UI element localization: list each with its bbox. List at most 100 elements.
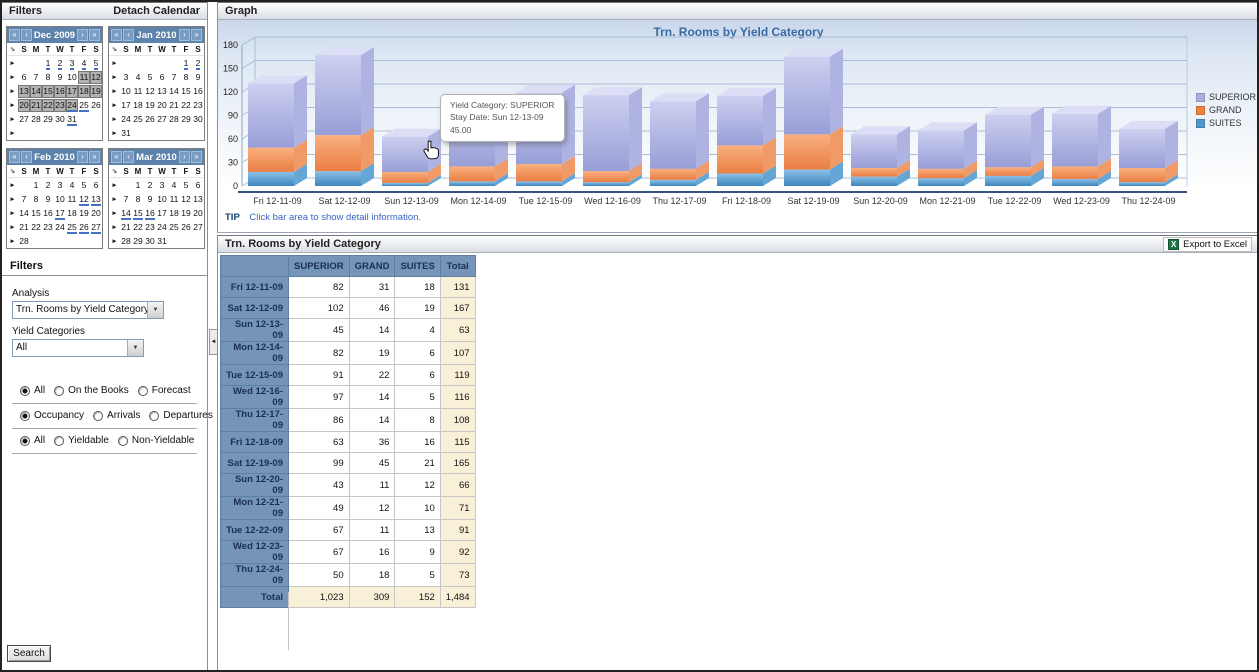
calendar-day[interactable]: 1 — [132, 179, 144, 192]
select-week-arrow-icon[interactable]: ► — [7, 224, 18, 231]
bar-segment-SUPERIOR-Tue_12-22-09[interactable] — [985, 107, 1044, 167]
calendar-day[interactable]: 15 — [180, 85, 192, 98]
radio-option-occupancy[interactable]: Occupancy — [20, 410, 84, 421]
calendar-day[interactable]: 10 — [156, 193, 168, 206]
calendar-day[interactable]: 18 — [78, 85, 90, 98]
bar-segment-SUPERIOR-Sat_12-19-09[interactable] — [784, 49, 843, 135]
calendar-prev-year-button[interactable]: « — [111, 151, 122, 163]
calendar-day[interactable]: 10 — [66, 71, 78, 84]
calendar-day[interactable]: 27 — [192, 221, 204, 234]
calendar-day[interactable]: 13 — [192, 193, 204, 206]
select-week-arrow-icon[interactable]: ► — [109, 224, 120, 231]
radio-option-all[interactable]: All — [20, 435, 45, 446]
bar-segment-SUPERIOR-Fri_12-18-09[interactable] — [717, 88, 776, 145]
calendar-day[interactable]: 7 — [18, 193, 30, 206]
calendar-day[interactable]: 9 — [54, 71, 66, 84]
calendar-day[interactable]: 4 — [78, 57, 90, 70]
calendar-day[interactable]: 11 — [78, 71, 90, 84]
select-week-arrow-icon[interactable]: ► — [7, 182, 18, 189]
calendar-day[interactable]: 16 — [192, 85, 204, 98]
select-week-arrow-icon[interactable]: ► — [109, 238, 120, 245]
calendar-prev-month-button[interactable]: ‹ — [123, 151, 134, 163]
calendar-day[interactable]: 26 — [180, 221, 192, 234]
calendar-day[interactable]: 28 — [120, 235, 132, 248]
calendar-day[interactable]: 8 — [180, 71, 192, 84]
calendar-day[interactable]: 25 — [78, 99, 90, 112]
calendar-day[interactable]: 5 — [90, 57, 102, 70]
calendar-day[interactable]: 3 — [54, 179, 66, 192]
bar-segment-SUPERIOR-Fri_12-11-09[interactable] — [248, 75, 307, 147]
calendar-day[interactable]: 13 — [90, 193, 102, 206]
calendar-day[interactable]: 24 — [54, 221, 66, 234]
calendar-day[interactable]: 4 — [132, 71, 144, 84]
calendar-day[interactable]: 24 — [66, 99, 78, 112]
analysis-select[interactable]: Trn. Rooms by Yield Category ▼ — [12, 301, 164, 319]
select-all-weeks-icon[interactable]: ⇘ — [109, 167, 120, 175]
calendar-day[interactable]: 13 — [18, 85, 30, 98]
calendar-day[interactable]: 6 — [90, 179, 102, 192]
select-week-arrow-icon[interactable]: ► — [7, 60, 18, 67]
calendar-day[interactable]: 28 — [18, 235, 30, 248]
radio-button-icon[interactable] — [20, 436, 30, 446]
detach-calendar-button[interactable]: Detach Calendar — [113, 5, 200, 17]
calendar-day[interactable]: 10 — [54, 193, 66, 206]
calendar-day[interactable]: 2 — [144, 179, 156, 192]
select-all-weeks-icon[interactable]: ⇘ — [7, 167, 18, 175]
radio-button-icon[interactable] — [118, 436, 128, 446]
select-week-arrow-icon[interactable]: ► — [109, 102, 120, 109]
calendar-next-month-button[interactable]: › — [77, 29, 88, 41]
calendar-day[interactable]: 4 — [168, 179, 180, 192]
select-all-weeks-icon[interactable]: ⇘ — [7, 45, 18, 53]
calendar-day[interactable]: 27 — [90, 221, 102, 234]
yield-categories-select[interactable]: All ▼ — [12, 339, 144, 357]
calendar-day[interactable]: 3 — [120, 71, 132, 84]
select-week-arrow-icon[interactable]: ► — [7, 88, 18, 95]
calendar-day[interactable]: 9 — [144, 193, 156, 206]
calendar-day[interactable]: 8 — [30, 193, 42, 206]
select-week-arrow-icon[interactable]: ► — [7, 102, 18, 109]
calendar-day[interactable]: 6 — [192, 179, 204, 192]
radio-option-all[interactable]: All — [20, 385, 45, 396]
calendar-day[interactable]: 18 — [168, 207, 180, 220]
calendar-day[interactable]: 16 — [54, 85, 66, 98]
select-week-arrow-icon[interactable]: ► — [109, 210, 120, 217]
calendar-day[interactable]: 13 — [156, 85, 168, 98]
bar-segment-SUPERIOR-Thu_12-24-09[interactable] — [1119, 121, 1178, 168]
calendar-day[interactable]: 1 — [180, 57, 192, 70]
bar-segment-SUPERIOR-Sun_12-20-09[interactable] — [851, 126, 910, 168]
radio-button-icon[interactable] — [54, 436, 64, 446]
radio-option-arrivals[interactable]: Arrivals — [93, 410, 140, 421]
calendar-day[interactable]: 29 — [180, 113, 192, 126]
calendar-day[interactable]: 7 — [30, 71, 42, 84]
calendar-day[interactable]: 22 — [132, 221, 144, 234]
calendar-next-year-button[interactable]: » — [89, 151, 100, 163]
select-week-arrow-icon[interactable]: ► — [109, 130, 120, 137]
calendar-prev-month-button[interactable]: ‹ — [21, 29, 32, 41]
calendar-day[interactable]: 31 — [66, 113, 78, 126]
calendar-day[interactable]: 12 — [90, 71, 102, 84]
calendar-day[interactable]: 19 — [144, 99, 156, 112]
calendar-day[interactable]: 14 — [18, 207, 30, 220]
radio-button-icon[interactable] — [93, 411, 103, 421]
calendar-day[interactable]: 9 — [192, 71, 204, 84]
search-button[interactable]: Search — [7, 645, 51, 662]
bar-segment-SUPERIOR-Sat_12-12-09[interactable] — [315, 47, 374, 135]
calendar-day[interactable]: 15 — [30, 207, 42, 220]
calendar-day[interactable]: 21 — [18, 221, 30, 234]
calendar-day[interactable]: 28 — [168, 113, 180, 126]
calendar-day[interactable]: 31 — [156, 235, 168, 248]
select-week-arrow-icon[interactable]: ► — [7, 74, 18, 81]
calendar-day[interactable]: 25 — [66, 221, 78, 234]
calendar-day[interactable]: 22 — [30, 221, 42, 234]
select-week-arrow-icon[interactable]: ► — [109, 74, 120, 81]
select-week-arrow-icon[interactable]: ► — [109, 196, 120, 203]
calendar-day[interactable]: 31 — [120, 127, 132, 140]
calendar-day[interactable]: 15 — [132, 207, 144, 220]
bar-segment-SUPERIOR-Thu_12-17-09[interactable] — [650, 93, 709, 168]
select-week-arrow-icon[interactable]: ► — [7, 116, 18, 123]
calendar-day[interactable]: 20 — [90, 207, 102, 220]
chevron-down-icon[interactable]: ▼ — [147, 302, 163, 318]
calendar-day[interactable]: 24 — [156, 221, 168, 234]
calendar-day[interactable]: 17 — [156, 207, 168, 220]
calendar-prev-year-button[interactable]: « — [9, 29, 20, 41]
